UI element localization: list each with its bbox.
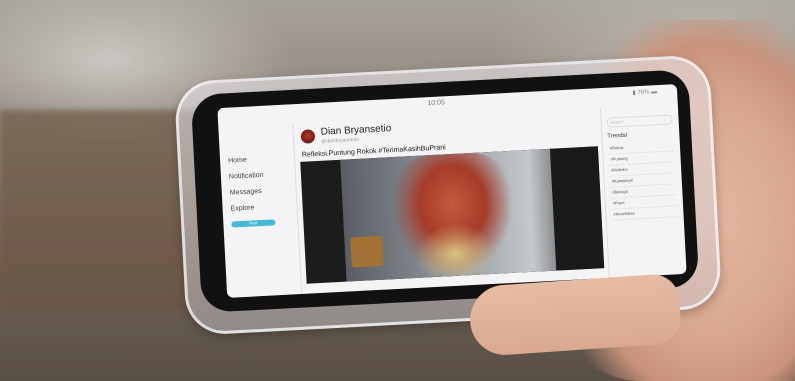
post-video[interactable] [300, 146, 605, 284]
divider-left [292, 124, 303, 295]
post-button[interactable]: Post [231, 219, 276, 228]
trend-item[interactable]: #Kesehatan [611, 206, 678, 221]
nav-item-explore[interactable]: Explore [230, 202, 290, 212]
nav-item-messages[interactable]: Messages [230, 186, 290, 197]
post-user-handle: @dianbryansetio [321, 136, 359, 145]
video-person [390, 150, 517, 280]
nav-item-home[interactable]: Home [228, 155, 288, 165]
status-time: 10:05 [427, 99, 446, 108]
right-sidebar: Search Trends! #Rokok #Puntung #Refleksi… [606, 114, 678, 221]
video-chair [350, 235, 384, 268]
post-user-name[interactable]: Dian Bryansetio [320, 123, 391, 138]
phone-screen: 10:05 ▮ 76% ▬ Home Notification Messages… [217, 84, 687, 298]
thumb [467, 272, 683, 358]
search-input[interactable]: Search [606, 114, 673, 128]
status-icons: ▮ 76% ▬ [632, 89, 658, 97]
video-edge [549, 146, 605, 271]
trends-title: Trends! [607, 132, 628, 140]
side-nav: Home Notification Messages Explore Post [228, 155, 292, 228]
avatar[interactable] [300, 129, 316, 144]
post-header: Dian Bryansetio @dianbryansetio [300, 123, 392, 150]
nav-item-notification[interactable]: Notification [229, 171, 289, 181]
